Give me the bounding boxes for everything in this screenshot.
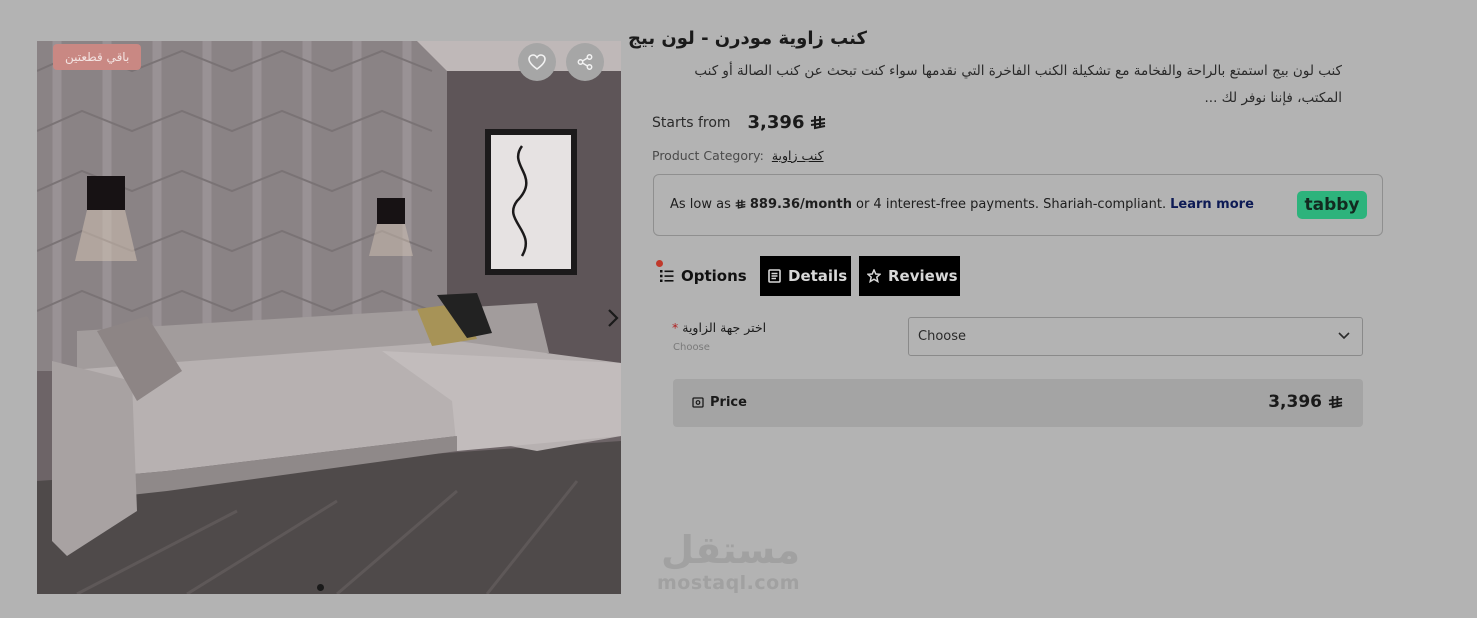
product-category-row: Product Category: كنب زاوية	[652, 148, 824, 163]
share-icon	[577, 54, 593, 70]
corner-side-hint: Choose	[673, 342, 710, 353]
riyal-icon	[1328, 395, 1343, 408]
category-label: Product Category:	[652, 148, 764, 163]
price-summary-label: Price	[692, 395, 747, 410]
document-icon	[768, 269, 781, 283]
price-label-text: Price	[710, 395, 747, 410]
riyal-icon	[735, 199, 746, 209]
notification-dot	[656, 260, 663, 267]
product-title: كنب زاوية مودرن - لون بيج	[628, 28, 867, 49]
tabby-suffix: or 4 interest-free payments. Shariah-com…	[856, 197, 1167, 212]
product-title-wrap: كنب زاوية مودرن - لون بيج	[628, 28, 867, 49]
list-icon	[660, 270, 674, 282]
chevron-down-icon	[1338, 332, 1350, 340]
category-link[interactable]: كنب زاوية	[772, 148, 824, 163]
corner-side-select[interactable]: Choose	[908, 317, 1363, 356]
price-tag-icon	[692, 397, 704, 408]
corner-side-label: اختر جهة الزاوية *	[672, 320, 766, 335]
tabby-amount: 889.36/month	[749, 197, 852, 212]
tabby-logo: tabby	[1297, 191, 1367, 219]
tabby-prefix: As low as	[670, 197, 731, 212]
watermark: مستقل mostaql.com	[657, 530, 800, 594]
tab-details-label: Details	[788, 267, 848, 285]
price-value-text: 3,396	[1268, 392, 1322, 412]
corner-side-label-text: اختر جهة الزاوية	[682, 320, 767, 335]
tab-options[interactable]: Options	[656, 256, 747, 296]
price-summary-value: 3,396	[1268, 392, 1343, 412]
watermark-arabic: مستقل	[661, 528, 801, 572]
starting-price-value: 3,396	[747, 112, 805, 133]
starting-price: 3,396	[748, 112, 827, 133]
tab-reviews-label: Reviews	[888, 267, 958, 285]
tabby-installments-box: As low as 889.36/month or 4 interest-fre…	[653, 174, 1383, 236]
product-image-gallery[interactable]: باقي قطعتين	[37, 41, 621, 594]
watermark-latin: mostaql.com	[657, 572, 801, 594]
tab-details[interactable]: Details	[760, 256, 851, 296]
tabby-text: As low as 889.36/month or 4 interest-fre…	[670, 197, 1254, 212]
starts-from-label: Starts from	[652, 114, 731, 131]
tabby-learn-more-link[interactable]: Learn more	[1170, 197, 1254, 212]
star-icon	[867, 269, 881, 283]
corner-side-select-value: Choose	[918, 329, 966, 344]
required-mark: *	[672, 320, 679, 335]
description-line-2: المكتب، فإننا نوفر لك ...	[1204, 90, 1343, 106]
gallery-dot-active[interactable]	[317, 584, 324, 591]
riyal-icon	[811, 115, 826, 129]
chevron-right-icon[interactable]	[605, 307, 621, 329]
heart-icon	[528, 54, 546, 70]
product-photo	[37, 41, 621, 594]
description-line-1: كنب لون بيج استمتع بالراحة والفخامة مع ت…	[694, 63, 1342, 79]
tab-reviews[interactable]: Reviews	[859, 256, 960, 296]
stock-badge: باقي قطعتين	[53, 44, 142, 70]
product-description: كنب لون بيج استمتع بالراحة والفخامة مع ت…	[652, 58, 1342, 112]
tab-options-label: Options	[681, 267, 747, 285]
wishlist-button[interactable]	[518, 43, 556, 81]
share-button[interactable]	[566, 43, 604, 81]
starting-price-row: Starts from 3,396	[652, 112, 826, 133]
price-summary: Price 3,396	[673, 379, 1363, 427]
